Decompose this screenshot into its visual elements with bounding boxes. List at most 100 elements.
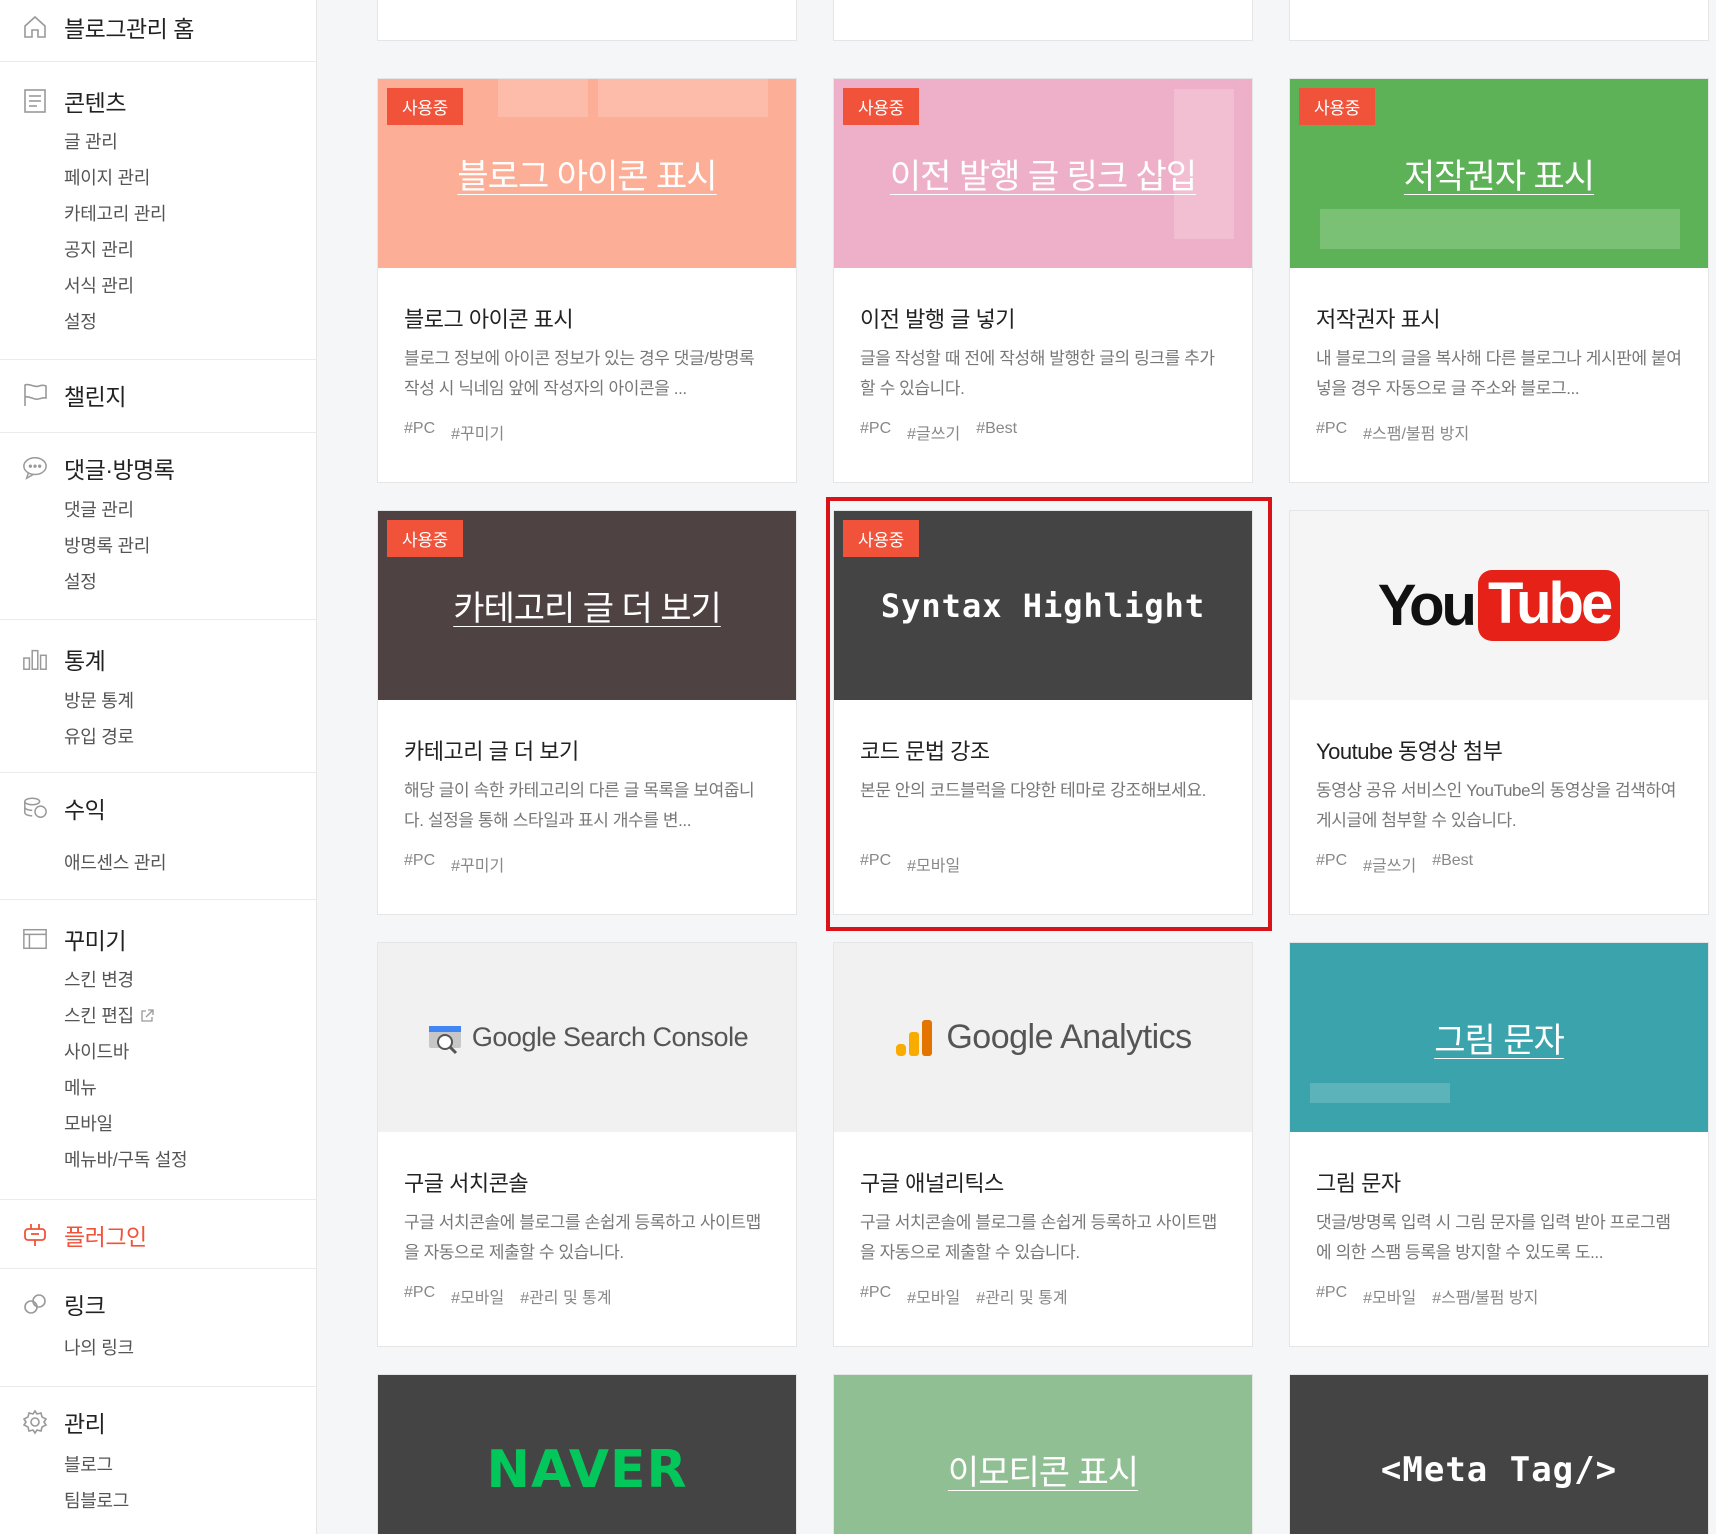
sidebar-item-stats[interactable]: 통계 bbox=[22, 642, 106, 676]
in-use-badge: 사용중 bbox=[843, 520, 920, 557]
plugin-tag[interactable]: #PC bbox=[404, 852, 435, 876]
plugin-thumbnail: You Tube bbox=[1290, 511, 1708, 700]
plugin-card[interactable]: 그림 문자 그림 문자 댓글/방명록 입력 시 그림 문자를 입력 받아 프로그… bbox=[1289, 942, 1709, 1347]
plugin-tag[interactable]: #PC bbox=[404, 1284, 435, 1308]
plugin-title: 블로그 아이콘 표시 bbox=[404, 307, 574, 332]
sidebar-item-comments[interactable]: 댓글·방명록 bbox=[22, 451, 175, 485]
sidebar-item-team-blog[interactable]: 팀블로그 bbox=[64, 1487, 129, 1513]
plugin-title: 카테고리 글 더 보기 bbox=[404, 739, 579, 764]
plugin-tag[interactable]: #글쓰기 bbox=[1363, 852, 1416, 876]
sidebar-section-manage: 관리 블로그 팀블로그 bbox=[0, 1387, 316, 1534]
sidebar-item-guestbook-manage[interactable]: 방명록 관리 bbox=[64, 532, 150, 558]
sidebar-item-contents-settings[interactable]: 설정 bbox=[64, 308, 97, 334]
sidebar-item-manage[interactable]: 관리 bbox=[22, 1405, 106, 1439]
sidebar-item-notices[interactable]: 공지 관리 bbox=[64, 236, 134, 262]
sidebar-item-home[interactable]: 블로그관리 홈 bbox=[22, 10, 194, 44]
plugin-tags: #PC #모바일 #스팸/불펌 방지 bbox=[1316, 1284, 1538, 1308]
plugin-tag[interactable]: #모바일 bbox=[1363, 1284, 1416, 1308]
coins-icon bbox=[22, 795, 48, 821]
plugin-tag[interactable]: #PC bbox=[1316, 852, 1347, 876]
plugin-tag[interactable]: #PC bbox=[404, 420, 435, 444]
plugin-card[interactable]: 사용중 저작권자 표시 저작권자 표시 내 블로그의 글을 복사해 다른 블로그… bbox=[1289, 78, 1709, 483]
plugin-title: 구글 서치콘솔 bbox=[404, 1171, 529, 1196]
plugin-thumbnail: Google Analytics bbox=[834, 943, 1252, 1132]
plugin-thumbnail: 사용중 이전 발행 글 링크 삽입 bbox=[834, 79, 1252, 268]
plugin-card[interactable]: 이모티콘 표시 bbox=[833, 1374, 1253, 1534]
sidebar-item-referrers[interactable]: 유입 경로 bbox=[64, 723, 134, 749]
plugin-description: 해당 글이 속한 카테고리의 다른 글 목록을 보여줍니다. 설정을 통해 스타… bbox=[404, 781, 755, 830]
plugin-title: 그림 문자 bbox=[1316, 1171, 1401, 1196]
sidebar-section-comments: 댓글·방명록 댓글 관리 방명록 관리 설정 bbox=[0, 433, 316, 620]
in-use-badge: 사용중 bbox=[387, 88, 464, 125]
plugin-tag[interactable]: #스팸/불펌 방지 bbox=[1432, 1284, 1538, 1308]
plugin-card-partial[interactable] bbox=[377, 0, 797, 41]
sidebar-item-visit-stats[interactable]: 방문 통계 bbox=[64, 687, 134, 713]
plugin-tag[interactable]: #PC bbox=[860, 1284, 891, 1308]
plugin-tag[interactable]: #꾸미기 bbox=[451, 420, 504, 444]
sidebar-item-skin-change[interactable]: 스킨 변경 bbox=[64, 966, 134, 992]
in-use-badge: 사용중 bbox=[843, 88, 920, 125]
sidebar-item-mobile[interactable]: 모바일 bbox=[64, 1110, 113, 1136]
sidebar-section-challenge: 챌린지 bbox=[0, 360, 316, 433]
plugin-tag[interactable]: #글쓰기 bbox=[907, 420, 960, 444]
plugin-tag[interactable]: #관리 및 통계 bbox=[520, 1284, 611, 1308]
sidebar-section-contents: 콘텐츠 글 관리 페이지 관리 카테고리 관리 공지 관리 서식 관리 설정 bbox=[0, 62, 316, 360]
plugin-card[interactable]: You Tube Youtube 동영상 첨부 동영상 공유 서비스인 YouT… bbox=[1289, 510, 1709, 915]
sidebar-item-skin-edit[interactable]: 스킨 편집 bbox=[64, 1002, 154, 1028]
plugin-tag[interactable]: #Best bbox=[1432, 852, 1473, 876]
sidebar-item-challenge[interactable]: 챌린지 bbox=[22, 378, 126, 412]
sidebar-item-sidebar[interactable]: 사이드바 bbox=[64, 1038, 129, 1064]
sidebar-stats-label: 통계 bbox=[64, 648, 106, 674]
sidebar-section-stats: 통계 방문 통계 유입 경로 bbox=[0, 620, 316, 773]
sidebar-decorate-label: 꾸미기 bbox=[64, 928, 126, 954]
plugin-tag[interactable]: #스팸/불펌 방지 bbox=[1363, 420, 1469, 444]
google-analytics-logo: Google Analytics bbox=[894, 1018, 1192, 1058]
plugin-tags: #PC #글쓰기 #Best bbox=[1316, 852, 1473, 876]
plugin-card[interactable]: 사용중 카테고리 글 더 보기 카테고리 글 더 보기 해당 글이 속한 카테고… bbox=[377, 510, 797, 915]
sidebar-item-comments-settings[interactable]: 설정 bbox=[64, 568, 97, 594]
sidebar-section-link: 링크 나의 링크 bbox=[0, 1269, 316, 1387]
plugin-card[interactable]: 사용중 블로그 아이콘 표시 블로그 아이콘 표시 블로그 정보에 아이콘 정보… bbox=[377, 78, 797, 483]
plugin-title: Youtube 동영상 첨부 bbox=[1316, 739, 1503, 764]
sidebar-item-decorate[interactable]: 꾸미기 bbox=[22, 922, 126, 956]
home-icon bbox=[22, 14, 48, 40]
sidebar-item-categories[interactable]: 카테고리 관리 bbox=[64, 200, 167, 226]
sidebar-item-my-links[interactable]: 나의 링크 bbox=[64, 1334, 134, 1360]
plugin-card[interactable]: <Meta Tag/> bbox=[1289, 1374, 1709, 1534]
plugin-tag[interactable]: #Best bbox=[976, 420, 1017, 444]
plugin-tag[interactable]: #PC bbox=[860, 852, 891, 876]
sidebar-item-templates[interactable]: 서식 관리 bbox=[64, 272, 134, 298]
plugin-tag[interactable]: #모바일 bbox=[907, 1284, 960, 1308]
plugin-tag[interactable]: #PC bbox=[1316, 1284, 1347, 1308]
plugin-tag[interactable]: #관리 및 통계 bbox=[976, 1284, 1067, 1308]
plugin-card[interactable]: 사용중 이전 발행 글 링크 삽입 이전 발행 글 넣기 글을 작성할 때 전에… bbox=[833, 78, 1253, 483]
sidebar-item-contents[interactable]: 콘텐츠 bbox=[22, 84, 126, 118]
plugin-thumbnail: 사용중 블로그 아이콘 표시 bbox=[378, 79, 796, 268]
plugin-card[interactable]: NAVER bbox=[377, 1374, 797, 1534]
sidebar-item-posts[interactable]: 글 관리 bbox=[64, 128, 118, 154]
plugin-card[interactable]: Google Analytics 구글 애널리틱스 구글 서치콘솔에 블로그를 … bbox=[833, 942, 1253, 1347]
plugin-tag[interactable]: #모바일 bbox=[451, 1284, 504, 1308]
plugin-tags: #PC #모바일 #관리 및 통계 bbox=[860, 1284, 1068, 1308]
sidebar-item-menu[interactable]: 메뉴 bbox=[64, 1074, 97, 1100]
sidebar-item-pages[interactable]: 페이지 관리 bbox=[64, 164, 150, 190]
plugin-tag[interactable]: #PC bbox=[1316, 420, 1347, 444]
sidebar-manage-label: 관리 bbox=[64, 1411, 106, 1437]
plugin-tag[interactable]: #꾸미기 bbox=[451, 852, 504, 876]
plugin-card-syntax-highlight[interactable]: 사용중 Syntax Highlight 코드 문법 강조 본문 안의 코드블럭… bbox=[833, 510, 1253, 915]
sidebar-item-plugin[interactable]: 플러그인 bbox=[22, 1218, 147, 1252]
plugin-description: 동영상 공유 서비스인 YouTube의 동영상을 검색하여 게시글에 첨부할 … bbox=[1316, 781, 1676, 830]
plugin-tag[interactable]: #모바일 bbox=[907, 852, 960, 876]
sidebar-item-comment-manage[interactable]: 댓글 관리 bbox=[64, 496, 134, 522]
sidebar-item-adsense[interactable]: 애드센스 관리 bbox=[64, 849, 167, 875]
sidebar-item-revenue[interactable]: 수익 bbox=[22, 791, 106, 825]
plugin-tag[interactable]: #PC bbox=[860, 420, 891, 444]
sidebar-item-blog[interactable]: 블로그 bbox=[64, 1451, 113, 1477]
sidebar-item-link[interactable]: 링크 bbox=[22, 1287, 106, 1321]
plugin-card-partial[interactable] bbox=[833, 0, 1253, 41]
plugin-card-partial[interactable] bbox=[1289, 0, 1709, 41]
plugin-title: 구글 애널리틱스 bbox=[860, 1171, 1004, 1196]
plugin-card[interactable]: Google Search Console 구글 서치콘솔 구글 서치콘솔에 블… bbox=[377, 942, 797, 1347]
sidebar-item-menubar-subscribe[interactable]: 메뉴바/구독 설정 bbox=[64, 1146, 188, 1172]
plugin-thumbnail-title: 그림 문자 bbox=[1434, 1022, 1565, 1060]
